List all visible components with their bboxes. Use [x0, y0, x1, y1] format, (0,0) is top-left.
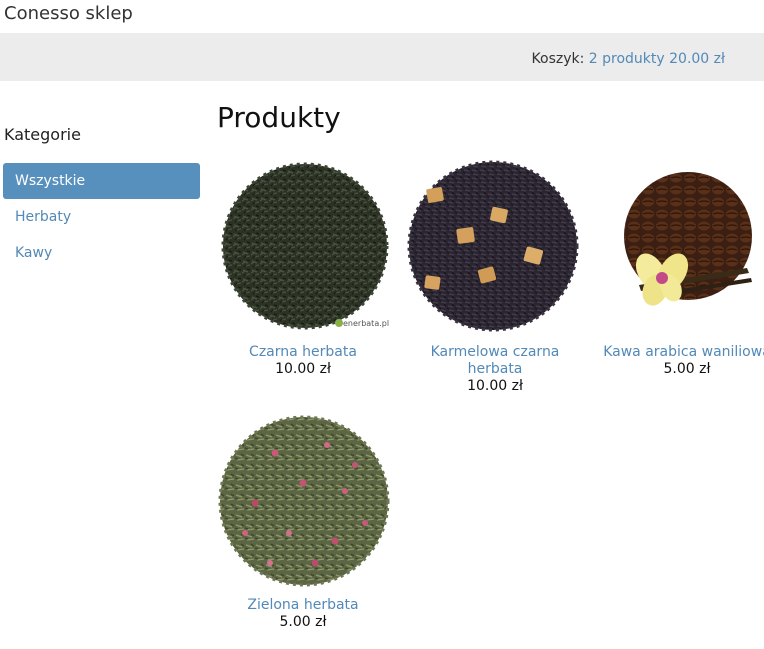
page-title: Produkty: [217, 101, 341, 134]
main-content: Produkty: [217, 100, 757, 136]
product-name-link[interactable]: Zielona herbata: [215, 597, 391, 614]
product-card: enerbata.pl Czarna herbata 10.00 zł: [215, 160, 391, 378]
category-list: Wszystkie Herbaty Kawy: [3, 163, 200, 271]
site-title[interactable]: Conesso sklep: [4, 3, 133, 25]
green-tea-image[interactable]: [215, 413, 391, 589]
product-card: Zielona herbata 5.00 zł: [215, 413, 391, 631]
cart-summary: Koszyk: 2 produkty 20.00 zł: [532, 50, 725, 68]
product-name-link[interactable]: Czarna herbata: [215, 344, 391, 361]
top-bar: Koszyk: 2 produkty 20.00 zł: [0, 33, 764, 81]
watermark-text: enerbata.pl: [343, 319, 389, 328]
product-name-link[interactable]: Kawa arabica waniliowa: [599, 344, 764, 361]
product-card: Karmelowa czarna herbata 10.00 zł: [407, 160, 583, 395]
product-price: 5.00 zł: [279, 614, 327, 630]
black-tea-image[interactable]: enerbata.pl: [215, 160, 391, 336]
product-card: Kawa arabica waniliowa 5.00 zł: [599, 160, 764, 378]
category-sidebar: Kategorie Wszystkie Herbaty Kawy: [3, 124, 200, 271]
cart-label: Koszyk:: [531, 51, 585, 67]
product-name-link[interactable]: Karmelowa czarna herbata: [407, 344, 583, 378]
category-item-coffees[interactable]: Kawy: [3, 235, 200, 271]
product-price: 5.00 zł: [663, 361, 711, 377]
product-price: 10.00 zł: [275, 361, 331, 377]
category-item-teas[interactable]: Herbaty: [3, 199, 200, 235]
caramel-black-tea-image[interactable]: [407, 160, 583, 336]
category-item-all[interactable]: Wszystkie: [3, 163, 200, 199]
vanilla-arabica-coffee-image[interactable]: [599, 160, 764, 336]
categories-heading: Kategorie: [4, 125, 81, 144]
cart-link[interactable]: 2 produkty 20.00 zł: [589, 51, 725, 67]
product-price: 10.00 zł: [467, 378, 523, 394]
